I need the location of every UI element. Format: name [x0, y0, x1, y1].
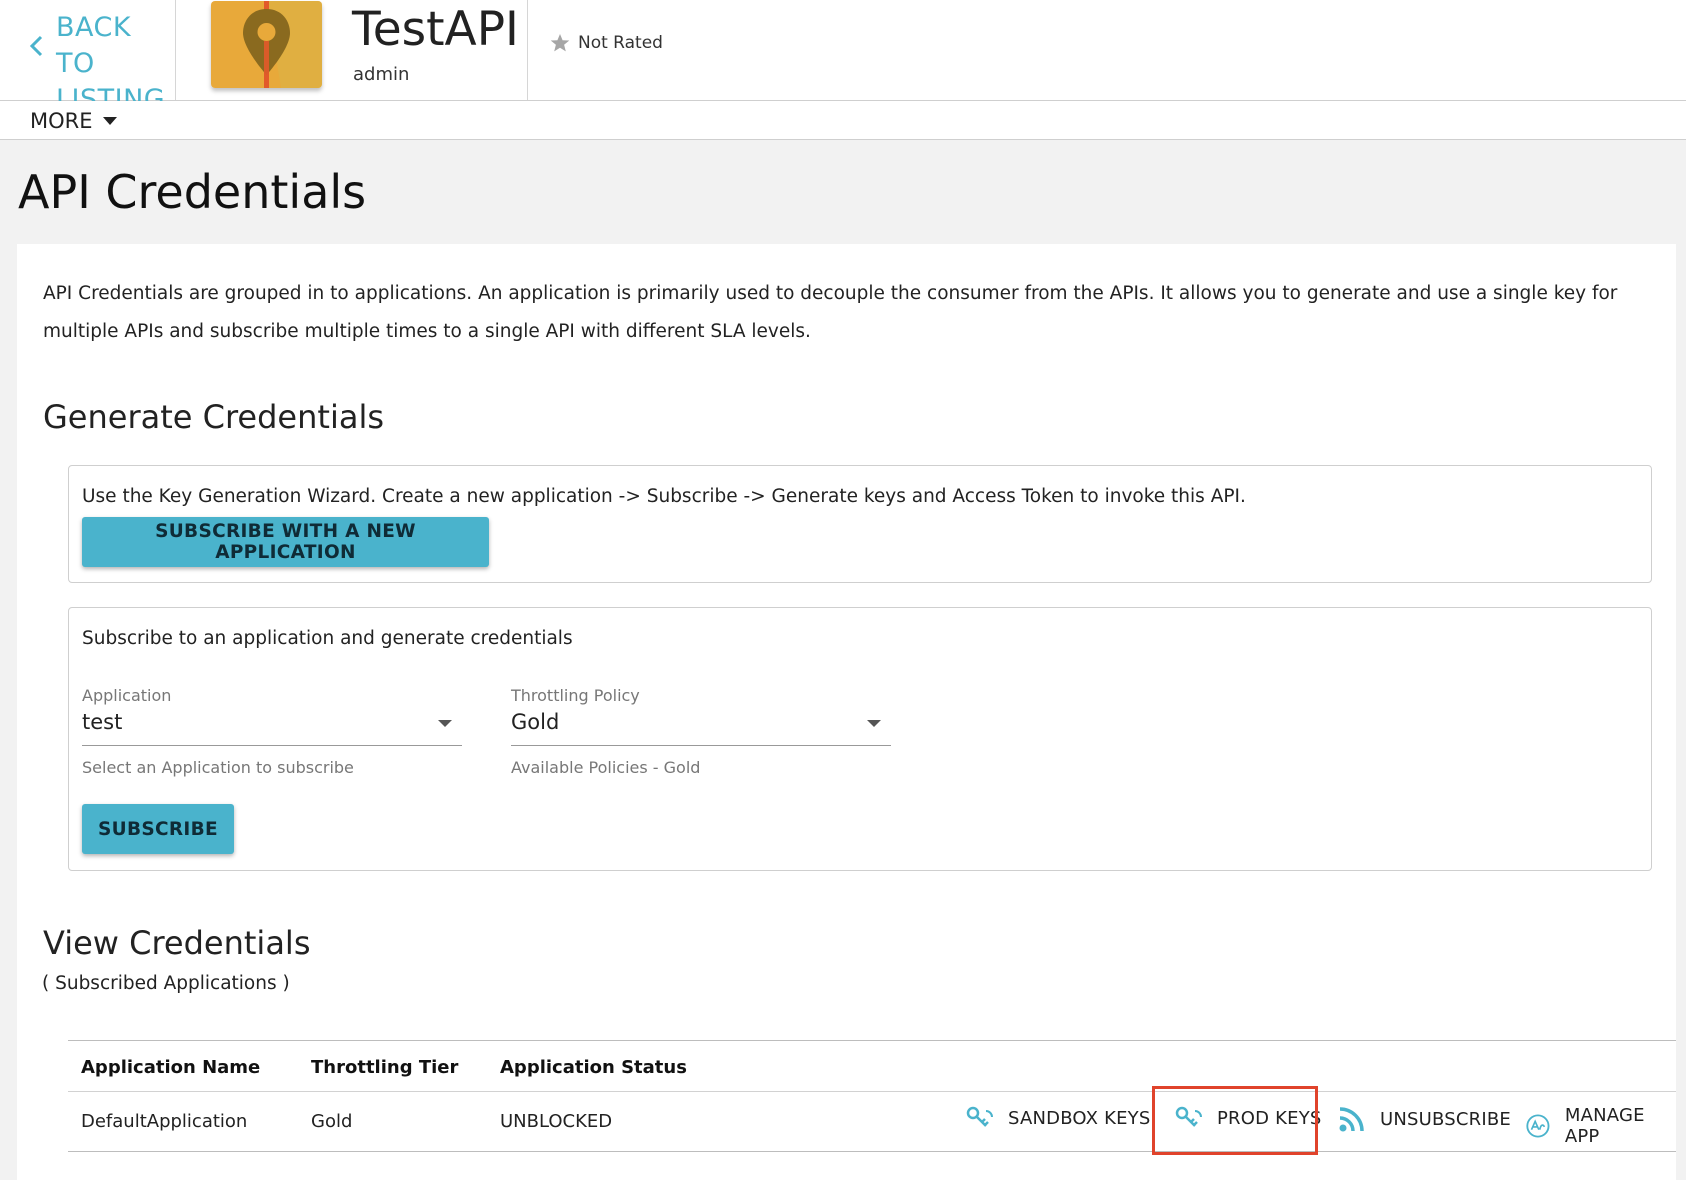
subscribe-button[interactable]: SUBSCRIBE	[82, 804, 234, 854]
manage-app-label: MANAGE APP	[1564, 1105, 1645, 1147]
rss-feed-icon	[1339, 1107, 1364, 1132]
api-title-area: TestAPI admin	[350, 0, 528, 100]
table-header: Application Name Throttling Tier Applica…	[68, 1040, 1676, 1092]
sandbox-keys-label: SANDBOX KEYS	[1008, 1107, 1151, 1129]
api-title: TestAPI	[352, 2, 519, 57]
unsubscribe-button[interactable]: UNSUBSCRIBE	[1338, 1105, 1511, 1133]
throttling-policy-label: Throttling Policy	[511, 686, 640, 705]
wizard-text: Use the Key Generation Wizard. Create a …	[82, 486, 1246, 507]
page-title: API Credentials	[18, 165, 367, 219]
subscribe-text: Subscribe to an application and generate…	[82, 628, 573, 649]
generate-credentials-title: Generate Credentials	[43, 398, 384, 436]
throttling-policy-select[interactable]: Gold	[511, 706, 891, 746]
throttling-policy-helper: Available Policies - Gold	[511, 758, 701, 777]
view-credentials-title: View Credentials	[43, 924, 311, 962]
subscribe-panel: Subscribe to an application and generate…	[68, 607, 1652, 871]
table-row: DefaultApplication Gold UNBLOCKED SANDBO…	[68, 1092, 1676, 1152]
credentials-card: API Credentials are grouped in to applic…	[17, 244, 1676, 1180]
application-name-cell: DefaultApplication	[81, 1111, 248, 1132]
application-select-value: test	[82, 710, 123, 734]
menu-bar: MORE	[0, 101, 1686, 140]
chevron-left-icon	[29, 35, 43, 57]
subscribed-applications-subtitle: ( Subscribed Applications )	[42, 973, 290, 994]
unsubscribe-label: UNSUBSCRIBE	[1380, 1108, 1512, 1130]
throttling-tier-cell: Gold	[311, 1111, 353, 1132]
api-icon	[1526, 1114, 1550, 1138]
manage-app-button[interactable]: MANAGE APP	[1525, 1105, 1676, 1147]
throttling-policy-value: Gold	[511, 710, 560, 734]
key-icon	[966, 1106, 993, 1127]
chevron-down-icon	[867, 720, 881, 727]
more-menu-button[interactable]: MORE	[30, 109, 117, 133]
api-logo	[211, 1, 322, 88]
more-menu-label: MORE	[30, 109, 93, 133]
column-application-name: Application Name	[81, 1057, 261, 1078]
column-throttling-tier: Throttling Tier	[311, 1057, 459, 1078]
prod-keys-highlight-box	[1152, 1086, 1318, 1155]
rating-text: Not Rated	[578, 33, 663, 53]
application-label: Application	[82, 686, 172, 705]
caret-down-icon	[102, 116, 117, 125]
application-status-cell: UNBLOCKED	[500, 1111, 613, 1132]
column-application-status: Application Status	[500, 1057, 687, 1078]
rating[interactable]: Not Rated	[550, 33, 663, 53]
intro-text: API Credentials are grouped in to applic…	[43, 283, 1618, 342]
application-select[interactable]: test	[82, 706, 462, 746]
back-to-listing-link[interactable]: BACK TO LISTING	[0, 0, 176, 115]
map-pin-icon	[211, 1, 322, 88]
application-helper: Select an Application to subscribe	[82, 758, 354, 777]
back-link-line1: BACK TO	[56, 12, 132, 79]
api-owner: admin	[353, 64, 410, 85]
key-wizard-panel: Use the Key Generation Wizard. Create a …	[68, 465, 1652, 583]
chevron-down-icon	[438, 720, 452, 727]
sandbox-keys-button[interactable]: SANDBOX KEYS	[966, 1105, 1151, 1131]
subscribe-new-application-button[interactable]: SUBSCRIBE WITH A NEW APPLICATION	[82, 517, 489, 567]
top-header: BACK TO LISTING TestAPI admin Not Rated	[0, 0, 1686, 115]
star-icon	[550, 34, 570, 52]
